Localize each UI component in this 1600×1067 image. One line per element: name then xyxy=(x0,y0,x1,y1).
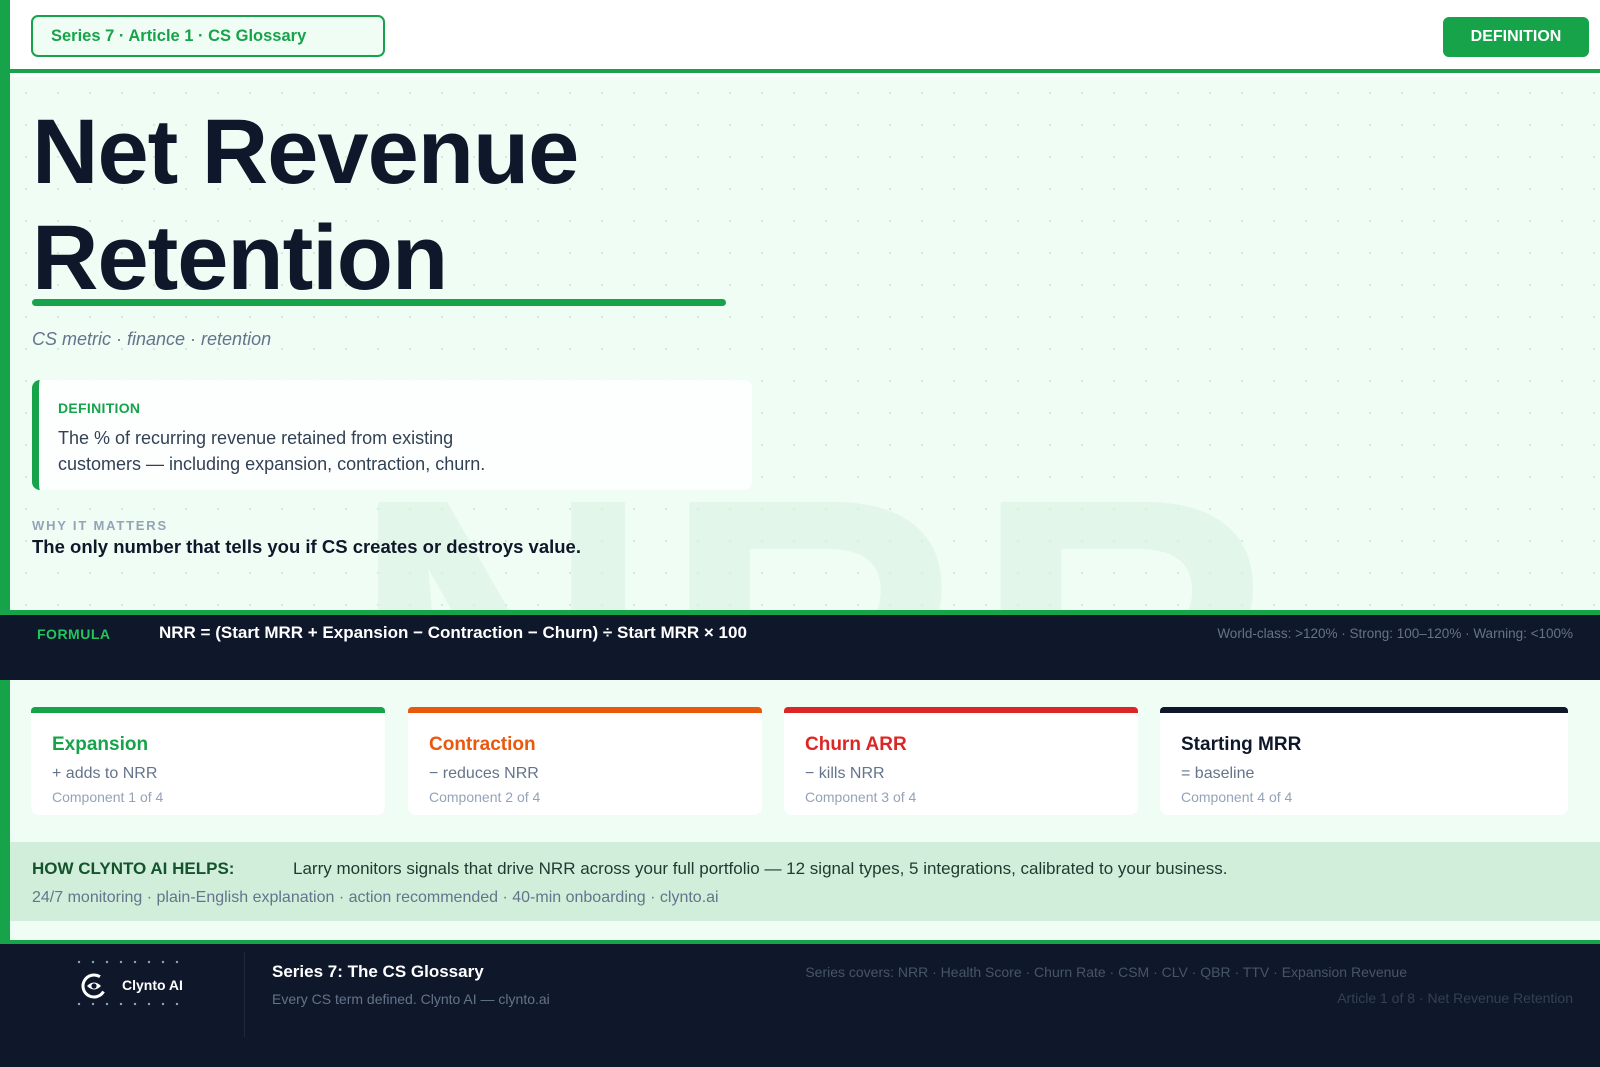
logo-dots-decoration xyxy=(72,1002,184,1006)
component-color-bar xyxy=(1160,707,1568,713)
component-effect: − reduces NRR xyxy=(429,765,539,782)
helps-label: HOW CLYNTO AI HELPS: xyxy=(32,859,235,878)
component-index: Component 2 of 4 xyxy=(429,789,541,805)
accent-left-bar xyxy=(0,0,10,944)
component-card-contraction: Contraction − reduces NRR Component 2 of… xyxy=(408,707,762,815)
footer: Clynto AI Series 7: The CS Glossary Ever… xyxy=(0,940,1600,1067)
component-effect: − kills NRR xyxy=(805,765,885,782)
benchmarks-text: World-class: >120% · Strong: 100–120% · … xyxy=(1217,626,1573,641)
footer-series-title: Series 7: The CS Glossary xyxy=(272,962,484,981)
series-covers-text: Series covers: NRR · Health Score · Chur… xyxy=(805,964,1407,980)
helps-features: 24/7 monitoring · plain-English explanat… xyxy=(32,889,719,906)
how-clynto-helps-banner: HOW CLYNTO AI HELPS: Larry monitors sign… xyxy=(10,842,1600,921)
component-effect: = baseline xyxy=(1181,765,1255,782)
why-it-matters-label: WHY IT MATTERS xyxy=(32,518,168,533)
formula-band: FORMULA NRR = (Start MRR + Expansion − C… xyxy=(0,610,1600,680)
top-bar: Series 7 · Article 1 · CS Glossary DEFIN… xyxy=(10,0,1600,73)
logo-dots-decoration xyxy=(72,960,184,964)
component-index: Component 1 of 4 xyxy=(52,789,164,805)
component-name: Contraction xyxy=(429,734,536,755)
clynto-logo[interactable]: Clynto AI xyxy=(72,960,184,1018)
definition-card: DEFINITION The % of recurring revenue re… xyxy=(32,380,752,490)
definition-text: The % of recurring revenue retained from… xyxy=(58,428,486,474)
component-name: Churn ARR xyxy=(805,734,907,755)
formula-label: FORMULA xyxy=(37,626,111,642)
clynto-logo-icon xyxy=(81,973,107,999)
topic-tags: CS metric · finance · retention xyxy=(32,329,272,349)
component-color-bar xyxy=(408,707,762,713)
formula-text: NRR = (Start MRR + Expansion − Contracti… xyxy=(159,623,747,642)
definition-label: DEFINITION xyxy=(58,400,141,416)
component-color-bar xyxy=(31,707,385,713)
component-color-bar xyxy=(784,707,1138,713)
logo-name: Clynto AI xyxy=(122,977,183,993)
component-card-expansion: Expansion + adds to NRR Component 1 of 4 xyxy=(31,707,385,815)
why-it-matters-text: The only number that tells you if CS cre… xyxy=(32,536,581,557)
series-tag: Series 7 · Article 1 · CS Glossary xyxy=(31,15,385,57)
definition-badge[interactable]: DEFINITION xyxy=(1443,17,1589,57)
components-section: Expansion + adds to NRR Component 1 of 4… xyxy=(10,680,1600,842)
component-name: Expansion xyxy=(52,734,149,755)
component-card-churn-arr: Churn ARR − kills NRR Component 3 of 4 xyxy=(784,707,1138,815)
title-underline xyxy=(32,299,726,306)
footer-subtitle: Every CS term defined. Clynto AI — clynt… xyxy=(272,991,550,1007)
component-name: Starting MRR xyxy=(1181,734,1302,755)
helps-text: Larry monitors signals that drive NRR ac… xyxy=(293,859,1228,878)
component-index: Component 3 of 4 xyxy=(805,789,917,805)
page-title: Net Revenue Retention xyxy=(32,101,579,309)
hero-section: NRR Net Revenue Retention CS metric · fi… xyxy=(10,77,1600,610)
article-position-text: Article 1 of 8 · Net Revenue Retention xyxy=(1337,990,1573,1006)
component-card-starting-mrr: Starting MRR = baseline Component 4 of 4 xyxy=(1160,707,1568,815)
section-spacer xyxy=(10,921,1600,940)
component-index: Component 4 of 4 xyxy=(1181,789,1293,805)
footer-divider xyxy=(244,952,245,1037)
component-effect: + adds to NRR xyxy=(52,765,158,782)
